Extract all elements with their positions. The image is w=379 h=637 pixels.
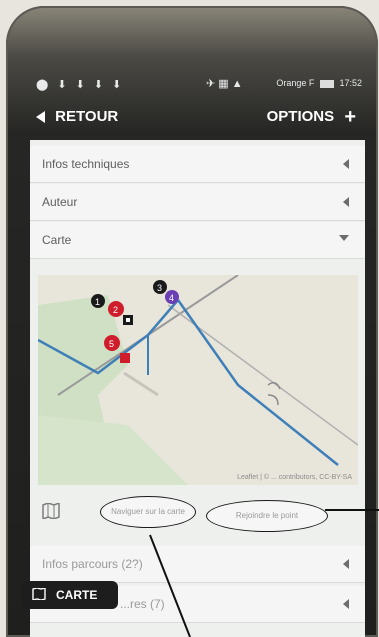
annotation-lines: [149, 509, 379, 637]
annotation-line: [149, 534, 191, 637]
carte-label: CARTE: [56, 588, 98, 602]
carte-button[interactable]: CARTE: [22, 581, 118, 609]
map-icon: [32, 588, 46, 600]
